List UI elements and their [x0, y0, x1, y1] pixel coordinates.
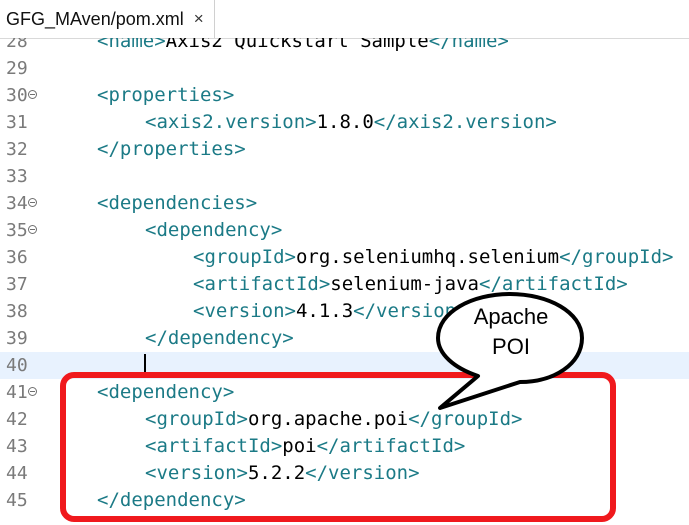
line-number: 42 [6, 409, 28, 430]
code-line[interactable]: 36 <groupId>org.seleniumhq.selenium</grou… [0, 244, 689, 271]
code-line[interactable]: 29 [0, 55, 689, 82]
code-text: <dependency> [145, 217, 282, 244]
line-number: 45 [6, 490, 28, 511]
line-number: 35 [6, 220, 28, 241]
close-icon[interactable]: × [194, 9, 204, 29]
xml-tag: <axis2.version> [145, 111, 317, 133]
code-line[interactable]: 32 </properties> [0, 136, 689, 163]
code-line[interactable]: 28 <name>Axis2 Quickstart Sample</name> [0, 38, 689, 55]
xml-tag: <name> [97, 38, 166, 52]
fold-collapse-icon[interactable] [28, 198, 37, 207]
xml-tag: <groupId> [193, 246, 296, 268]
line-number: 40 [6, 355, 28, 376]
line-number: 28 [6, 38, 28, 52]
fold-collapse-icon[interactable] [28, 387, 37, 396]
editor-tab-bar: GFG_MAven/pom.xml × [0, 0, 689, 39]
code-line[interactable]: 34 <dependencies> [0, 190, 689, 217]
xml-tag: <properties> [97, 84, 235, 106]
code-text: <name>Axis2 Quickstart Sample</name> [97, 38, 509, 55]
line-number: 33 [6, 166, 28, 187]
code-text: <version>4.1.3</version> [193, 298, 468, 325]
xml-value: Axis2 Quickstart Sample [165, 38, 429, 52]
code-text: </properties> [97, 136, 246, 163]
xml-value: 1.8.0 [316, 111, 374, 133]
xml-tag: <dependency> [145, 219, 283, 241]
line-number: 43 [6, 436, 28, 457]
code-line[interactable]: 35 <dependency> [0, 217, 689, 244]
line-number: 39 [6, 328, 28, 349]
code-line[interactable]: 33 [0, 163, 689, 190]
line-number: 36 [6, 247, 28, 268]
callout-line-2: POI [492, 334, 530, 359]
xml-value: 4.1.3 [295, 300, 354, 322]
line-number: 29 [6, 58, 28, 79]
fold-collapse-icon[interactable] [28, 225, 37, 234]
xml-tag: <dependencies> [97, 192, 258, 214]
xml-tag: </name> [428, 38, 509, 52]
code-text: <properties> [97, 82, 234, 109]
tab-title: GFG_MAven/pom.xml [6, 8, 184, 29]
fold-collapse-icon[interactable] [28, 90, 37, 99]
editor-tab-pom-xml[interactable]: GFG_MAven/pom.xml × [0, 0, 215, 38]
code-text: <dependencies> [97, 190, 257, 217]
xml-tag: </groupId> [559, 246, 674, 268]
line-number: 30 [6, 85, 28, 106]
line-number: 32 [6, 139, 28, 160]
code-line[interactable]: 30 <properties> [0, 82, 689, 109]
line-number: 41 [6, 382, 28, 403]
code-text: <groupId>org.seleniumhq.selenium</groupI… [193, 244, 673, 271]
xml-tag: </axis2.version> [373, 111, 557, 133]
code-text: <axis2.version>1.8.0</axis2.version> [145, 109, 557, 136]
line-number: 37 [6, 274, 28, 295]
callout-text: Apache POI [452, 302, 570, 362]
code-text: </dependency> [145, 325, 294, 352]
line-number: 34 [6, 193, 28, 214]
code-line[interactable]: 31 <axis2.version>1.8.0</axis2.version> [0, 109, 689, 136]
line-number: 38 [6, 301, 28, 322]
xml-value: org.seleniumhq.selenium [295, 246, 560, 268]
callout-line-1: Apache [473, 304, 549, 329]
xml-tag: <artifactId> [193, 273, 331, 295]
xml-tag: <version> [193, 300, 296, 322]
xml-tag: </dependency> [145, 327, 294, 349]
xml-tag: </properties> [97, 138, 246, 160]
line-number: 44 [6, 463, 28, 484]
line-number: 31 [6, 112, 28, 133]
